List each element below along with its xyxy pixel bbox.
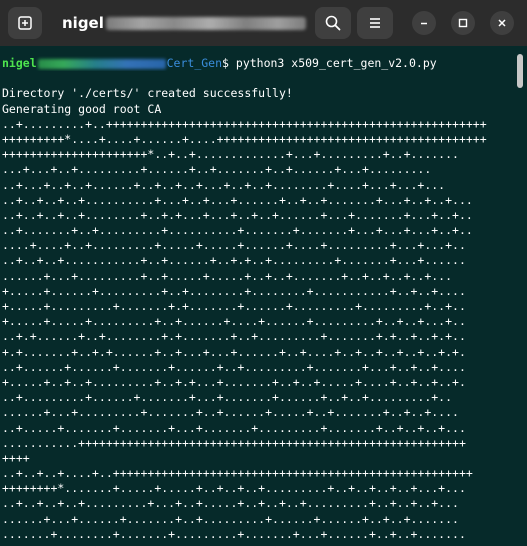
output-line: Directory './certs/' created successfull… [2,86,293,101]
search-icon [325,15,341,31]
output-line: +++++++++++++++++++++*..+..+............… [2,147,459,162]
menu-button[interactable] [357,7,393,39]
window-title-text: nigel [62,14,104,32]
output-line: ..+......+......+.......+......+..+.....… [2,359,466,374]
output-line: ..+..+..+....+..++++++++++++++++++++++++… [2,466,473,481]
output-line: ..+.+......+..+........+.+.......+..+...… [2,329,466,344]
prompt-user: nigel [2,56,37,70]
output-line: .......+........+.......+.........+.....… [2,526,466,541]
redacted-prompt-host [37,58,166,69]
output-line: ..+.........+......+.......+...+.......+… [2,390,453,405]
output-line: +.....+.........+.......+.+.......+.....… [2,299,466,313]
output-line: ..+..+..+..+........+..+.+...+...+..+..+… [2,207,473,222]
terminal-output-area[interactable]: nigel Cert_Gen$ python3 x509_cert_gen_v2.… [0,46,513,546]
output-line: ..+..+..+..+..........+...+..+...+......… [2,192,473,207]
close-button[interactable] [490,11,514,35]
output-line: ....+....+..+.........+.....+.....+.....… [2,238,466,253]
output-line: ......+...+.........+.......+..+......+.… [2,405,459,420]
output-line: +.....+..+..+.........+..+.+...+.......+… [2,374,466,389]
output-line: ..+..+..+..+.........+...+..+.....+..+..… [2,496,459,511]
output-line: ......+...+.........+..+.....+.....+..+.… [2,268,453,283]
command-output: Directory './certs/' created successfull… [2,71,513,546]
minimize-icon [421,22,427,25]
window-title: nigel [62,12,306,34]
close-icon [498,19,506,27]
output-line: Generating good root CA [2,101,162,116]
output-line: ..+...+..+..+......+..+..+..+...+..+..+.… [2,177,446,192]
output-line: ...........+++++++++++++++++++++++++++++… [2,435,466,450]
prompt-command: python3 x509_cert_gen_v2.0.py [235,56,437,70]
minimize-button[interactable] [412,11,436,35]
new-tab-button[interactable] [8,7,42,39]
output-line: ..+.........+..+++++++++++++++++++++++++… [2,116,487,131]
search-button[interactable] [315,7,351,39]
scrollbar-thumb[interactable] [517,54,523,88]
prompt-path: Cert_Gen [166,56,223,70]
output-line: ...+...+..+.........+......+..+.......+.… [2,162,432,177]
output-line: ......+..+....+..+.....+........+..+..+.… [2,542,513,546]
output-line: ......+...+......+.......+..+.........+.… [2,511,459,526]
title-bar[interactable]: nigel [0,0,527,46]
new-tab-icon [18,16,32,30]
output-line: ..+.....+.......+.......+...+.......+...… [2,420,466,435]
maximize-icon [458,18,468,28]
output-line: ++++ [2,450,30,465]
scrollbar[interactable] [513,46,527,546]
output-line: ++++++++*.......+.....+.....+..+..+..+..… [2,481,466,496]
output-line: +.+.......+..+.+......+..+...+...+......… [2,344,466,359]
maximize-button[interactable] [451,11,475,35]
output-line: ..+.......+..+.........+..........+.....… [2,223,473,238]
output-line: +.....+.....+.........+..+......+....+..… [2,314,466,329]
terminal-window: nigel nigel Cert_Gen$ python3 x509_cert_… [0,0,527,546]
prompt-line: nigel Cert_Gen$ python3 x509_cert_gen_v2.… [2,56,513,71]
redacted-hostname [105,17,306,30]
hamburger-menu-icon [370,18,380,28]
prompt-dollar: $ [222,56,229,70]
output-line: +.....+......+.........+..+........+....… [2,283,466,298]
output-line: ..+..+..+...........+..+......+..+.+..+.… [2,253,466,268]
output-line: +++++++++*....+....+......+....+++++++++… [2,131,487,146]
